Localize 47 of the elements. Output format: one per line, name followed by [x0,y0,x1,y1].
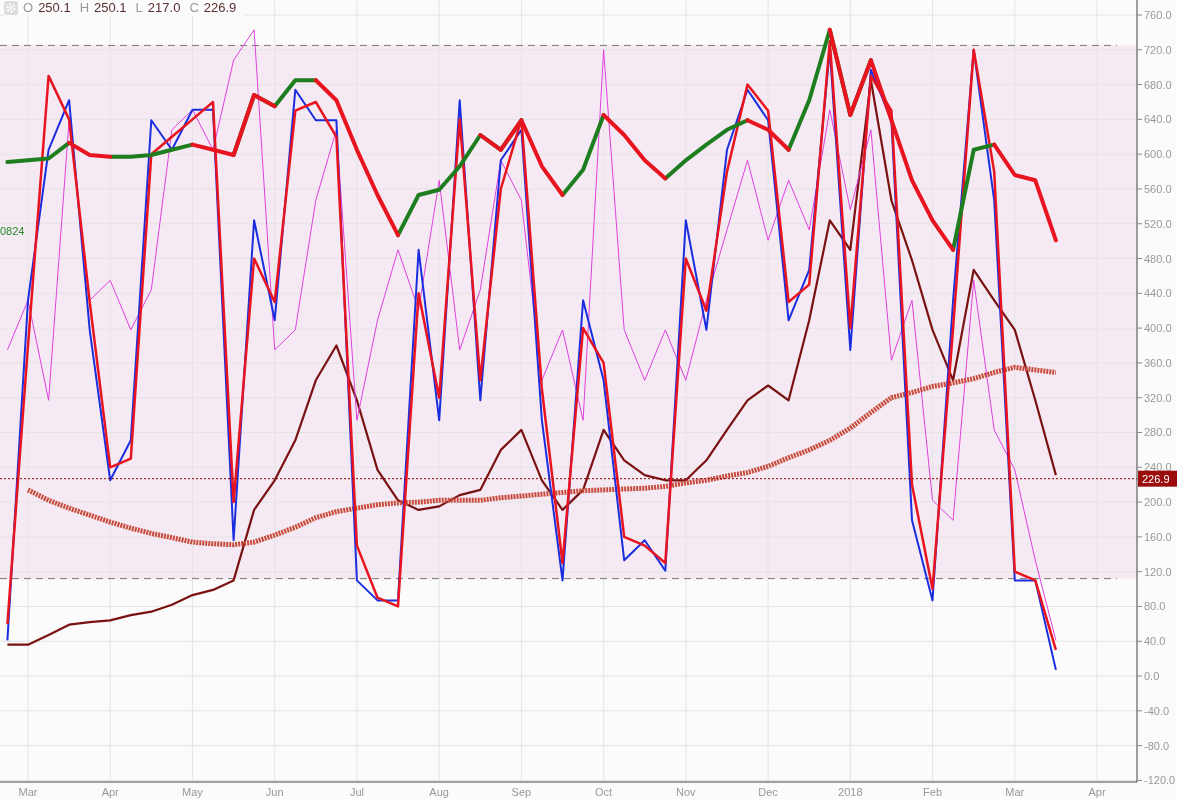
axis-label: Apr [101,786,119,798]
axis-label: Feb [923,786,942,798]
axis-label: 680.0 [1144,78,1172,91]
axis-label: -80.0 [1144,739,1170,752]
price-tag: 226.9 [1138,470,1177,487]
axis-label: 760.0 [1144,9,1172,21]
axis-label: 40.0 [1144,635,1166,648]
axis-label: 520.0 [1144,217,1172,230]
axis-label: 640.0 [1144,113,1172,126]
axis-label: Nov [676,786,696,798]
axis-label: -120.0 [1144,774,1176,787]
axis-label: 0.0 [1144,670,1160,683]
axis-label: 280.0 [1144,426,1172,439]
axis-label: May [182,786,203,798]
field-value: 217.0 [147,0,181,15]
axis-label: 80.0 [1144,600,1166,613]
axis-label: Mar [1005,786,1025,798]
axis-label: 720.0 [1144,43,1172,56]
axis-label: Apr [1088,786,1106,798]
axis-label: Dec [758,786,778,798]
axis-label: 320.0 [1144,391,1172,404]
field-value: 250.1 [38,0,71,15]
axis-label: Oct [595,786,613,798]
axis-label: 2018 [838,786,863,798]
axis-label: Jun [265,786,284,798]
axis-label: 120.0 [1144,565,1172,578]
axis-label: 200.0 [1144,496,1172,509]
field-label: O [23,0,34,15]
ref-line-label: 226.9 [1142,472,1170,485]
axis-label: Sep [511,786,532,798]
axis-label: 560.0 [1144,182,1172,195]
field-label: H [79,0,90,15]
field-label: L [135,0,143,15]
indicator-value: 0824 [0,225,25,237]
axis-label: 400.0 [1144,322,1172,335]
axis-label: Aug [429,786,449,798]
axis-label: 160.0 [1144,530,1172,543]
field-label: C [189,0,199,15]
axis-label: Mar [18,786,38,798]
field-value: 250.1 [94,0,127,15]
field-value: 226.9 [203,0,237,15]
axis-label: 480.0 [1144,252,1172,265]
axis-label: 440.0 [1144,287,1172,300]
axis-label: 360.0 [1144,356,1172,369]
axis-label: -40.0 [1144,704,1170,717]
axis-label: Jul [349,786,364,798]
axis-label: 600.0 [1144,148,1172,161]
